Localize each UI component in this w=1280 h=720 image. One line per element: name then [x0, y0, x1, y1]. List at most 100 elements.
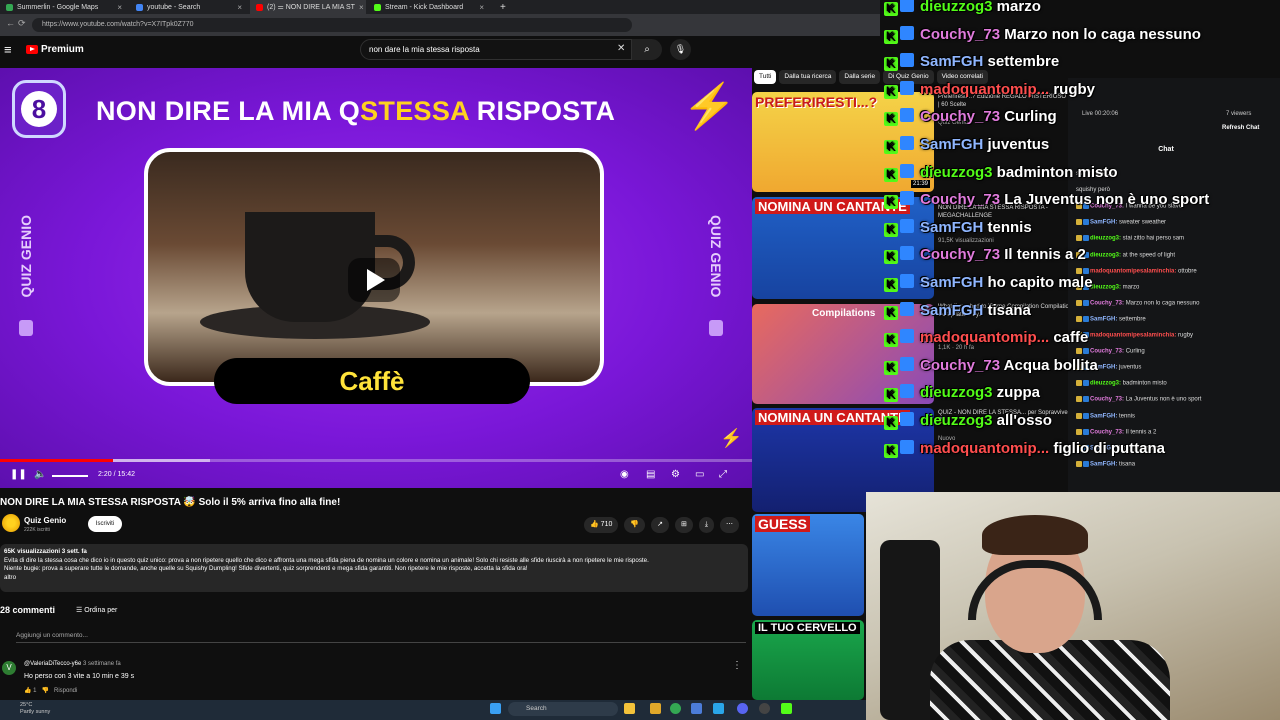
rec-thumbnail[interactable]: IL TUO CERVELLO — [752, 620, 864, 700]
share-icon: ↗ — [657, 521, 663, 528]
close-icon[interactable]: × — [355, 3, 364, 12]
file-explorer-icon[interactable] — [624, 703, 635, 714]
chat-text: marzo — [1122, 284, 1140, 291]
autoplay-toggle-icon[interactable]: ◉ — [620, 469, 629, 480]
share-button[interactable]: ↗ — [651, 517, 669, 533]
thumbs-up-icon[interactable]: 👍 — [24, 688, 33, 694]
chat-username[interactable]: SamFGH: — [1090, 316, 1119, 322]
verified-badge-icon — [1083, 380, 1089, 387]
play-button[interactable] — [348, 258, 400, 302]
close-icon[interactable]: × — [113, 3, 122, 12]
reload-icon[interactable]: ⟳ — [18, 18, 26, 29]
description-box[interactable]: 65K visualizzazioni 3 sett. fa Evita di … — [0, 544, 748, 592]
chat-username[interactable]: SamFGH: — [1090, 461, 1119, 467]
subscribe-button[interactable]: Iscriviti — [88, 516, 122, 532]
settings-icon[interactable]: ⚙ — [671, 469, 680, 480]
folder-icon[interactable] — [650, 703, 661, 714]
youtube-logo[interactable]: Premium — [26, 44, 84, 55]
chip-all[interactable]: Tutti — [754, 70, 777, 84]
chat-username[interactable]: dieuzzog3: — [1090, 236, 1123, 242]
chat-username[interactable]: Couchy_73: — [1090, 349, 1126, 355]
theater-mode-icon[interactable]: ▭ — [695, 469, 704, 480]
close-icon[interactable]: × — [475, 3, 484, 12]
overlay-chat-message: K Couchy_73 Acqua bollita — [884, 357, 1098, 375]
chat-message: Couchy_73: Il tennis a 2 — [1076, 428, 1156, 435]
weather-widget[interactable]: 25°C Partly sunny — [20, 702, 50, 715]
app-icon[interactable] — [713, 703, 724, 714]
more-vert-icon[interactable]: ⋮ — [732, 660, 742, 671]
answer-label: Caffè — [214, 358, 530, 404]
thumb-text: Compilations — [812, 308, 876, 319]
overlay-chat-message: K SamFGH tennis — [884, 219, 1032, 237]
voice-search-button[interactable]: 🎙 — [670, 39, 691, 60]
dislike-button[interactable]: 👎 — [624, 517, 646, 533]
chat-username[interactable]: dieuzzog3: — [1090, 381, 1123, 387]
video-title: NON DIRE LA MIA STESSA RISPOSTA 🤯 Solo i… — [0, 497, 341, 508]
rec-thumbnail[interactable]: GUESS — [752, 514, 864, 616]
chat-username[interactable]: madoquantomipesalaminchia: — [1090, 268, 1178, 274]
channel-name[interactable]: Quiz Genio — [24, 516, 66, 525]
channel-avatar[interactable] — [2, 514, 20, 532]
overlay-text: Il tennis a 2 — [1004, 246, 1086, 264]
reply-button[interactable]: Rispondi — [54, 688, 77, 694]
show-more-link[interactable]: altro — [4, 574, 744, 583]
comments-count: 28 commenti — [0, 605, 56, 615]
chat-username[interactable]: madoquantomipesalaminchia: — [1090, 333, 1178, 339]
add-comment-input[interactable]: Aggiungi un commento... — [16, 632, 746, 643]
menu-icon[interactable]: ≡ — [4, 42, 12, 57]
save-button[interactable]: ⊞ — [674, 517, 693, 533]
fullscreen-icon[interactable]: ⤢ — [719, 469, 727, 480]
verified-badge-icon — [900, 274, 914, 289]
verified-badge-icon — [900, 191, 914, 206]
close-icon[interactable]: × — [233, 3, 242, 12]
taskbar-search[interactable]: Search — [508, 702, 618, 716]
volume-icon[interactable]: 🔈 — [34, 469, 46, 480]
subtitles-icon[interactable]: ▤ — [646, 469, 655, 480]
overlay-username: dieuzzog3 — [920, 412, 997, 429]
overlay-chat-message: K Couchy_73 Marzo non lo caga nessuno — [884, 26, 1201, 44]
comment-author[interactable]: @ValeriaDiTecco-y6e 3 settimane fa — [24, 661, 121, 667]
sort-button[interactable]: ☰ Ordina per — [76, 606, 117, 614]
new-tab-button[interactable]: + — [494, 0, 508, 14]
app-icon[interactable] — [691, 703, 702, 714]
chip-from-search[interactable]: Dalla tua ricerca — [779, 70, 837, 84]
thumbs-down-icon[interactable]: 👎 — [42, 688, 49, 694]
tab-kick-dashboard[interactable]: Stream - Kick Dashboard × — [368, 0, 490, 14]
chat-title: Chat — [1158, 146, 1174, 153]
search-input[interactable]: non dare la mia stessa risposta — [360, 39, 632, 60]
comment-avatar[interactable]: V — [2, 661, 16, 675]
pause-icon[interactable]: ❚❚ — [10, 469, 27, 480]
brand-chip-icon — [19, 320, 33, 336]
clear-icon[interactable]: ✕ — [617, 43, 625, 54]
chrome-icon[interactable] — [670, 703, 681, 714]
tab-youtube-search[interactable]: youtube - Search × — [130, 0, 248, 14]
volume-slider[interactable] — [52, 475, 88, 477]
kick-icon[interactable] — [781, 703, 792, 714]
chat-username[interactable]: Couchy_73: — [1090, 429, 1126, 435]
chat-username[interactable]: Couchy_73: — [1090, 300, 1126, 306]
more-button[interactable]: ⋯ — [719, 517, 739, 533]
chat-text: stai zitto hai perso sam — [1122, 235, 1185, 242]
discord-icon[interactable] — [737, 703, 748, 714]
chat-username[interactable]: Couchy_73: — [1090, 397, 1126, 403]
refresh-chat-button[interactable]: Refresh Chat — [1222, 125, 1259, 131]
chat-username[interactable]: SamFGH: — [1090, 220, 1119, 226]
chat-username[interactable]: SamFGH: — [1090, 413, 1119, 419]
overlay-username: SamFGH — [920, 301, 988, 319]
search-button[interactable]: ⌕ — [632, 39, 662, 60]
windows-start-icon[interactable] — [490, 703, 501, 714]
chip-from-series[interactable]: Dalla serie — [839, 70, 881, 84]
like-button[interactable]: 👍 710 — [584, 517, 619, 533]
tab-google-maps[interactable]: Summerlin - Google Maps × — [0, 0, 128, 14]
chat-username[interactable]: dieuzzog3: — [1090, 252, 1123, 258]
back-icon[interactable]: ← — [6, 18, 15, 28]
thumb-text: IL TUO CERVELLO — [755, 622, 860, 634]
tab-youtube-video[interactable]: (2) ⚌ NON DIRE LA MIA ST × — [250, 0, 366, 14]
obs-icon[interactable] — [759, 703, 770, 714]
chat-username[interactable]: dieuzzog3: — [1090, 284, 1123, 290]
bookmark-icon: ⊞ — [680, 521, 687, 528]
logo-label: Premium — [41, 44, 84, 55]
overlay-chat-message: Kmadoquantomip... rugby — [884, 81, 1095, 99]
url-field[interactable]: https://www.youtube.com/watch?v=X7ITpk0Z… — [32, 18, 632, 32]
download-button[interactable]: ⤓ — [698, 517, 714, 533]
